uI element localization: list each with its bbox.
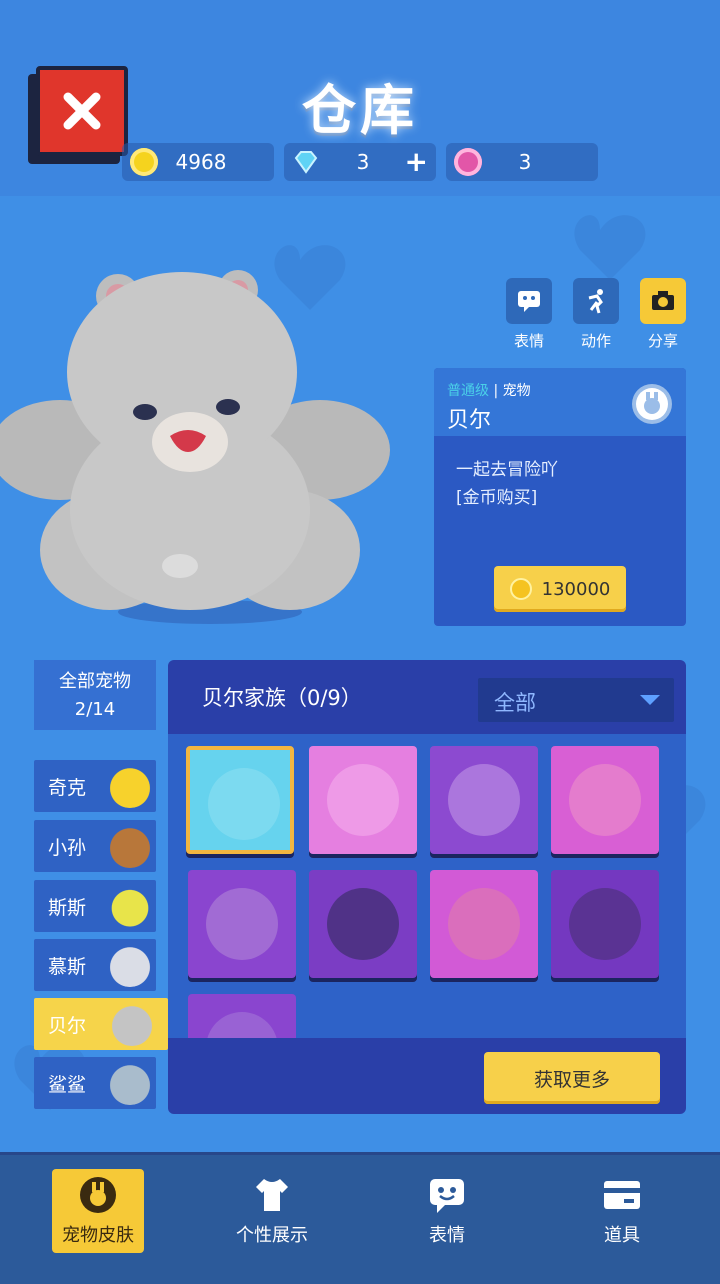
category-label: 贝尔 (48, 1015, 87, 1037)
chick-icon (108, 764, 152, 808)
mouse-icon (108, 943, 152, 987)
category-item-selected[interactable]: 贝尔 (34, 998, 180, 1050)
family-title: 贝尔家族（0/9） (202, 686, 362, 710)
page-title: 仓库 (302, 79, 418, 142)
category-item[interactable]: 奇克 (34, 760, 156, 812)
category-label: 鲨鲨 (48, 1074, 87, 1096)
snake-icon (108, 884, 152, 928)
nav-emote[interactable]: 表情 (401, 1169, 493, 1253)
currency-gold: 4968 (122, 143, 274, 181)
pet-skin-icon (80, 1177, 116, 1213)
category-item[interactable]: 斯斯 (34, 880, 156, 932)
all-pets-tab[interactable]: 全部宠物 2/14 (34, 660, 156, 730)
pet-info-header: 普通级 | 宠物 贝尔 (434, 368, 686, 436)
emote-button[interactable] (506, 278, 552, 324)
all-pets-count: 2/14 (74, 699, 116, 720)
add-diamond-button[interactable]: + (405, 145, 428, 178)
skin-tile-selected[interactable] (186, 746, 294, 854)
nav-label: 个性展示 (236, 1225, 308, 1246)
pet-tier: 普通级 | 宠物 (447, 380, 531, 400)
skin-tile[interactable] (551, 870, 659, 978)
chevron-down-icon (640, 695, 660, 705)
gold-coin-icon (509, 578, 532, 600)
camera-icon (652, 291, 674, 310)
skin-tile[interactable] (309, 870, 417, 978)
nav-pet-skin[interactable]: 宠物皮肤 (52, 1169, 144, 1253)
skin-preview (327, 764, 399, 836)
price-value: 130000 (541, 578, 611, 600)
skin-preview (327, 888, 399, 960)
skin-preview (448, 888, 520, 960)
skin-preview (569, 888, 641, 960)
currency-diamond[interactable]: 3 + (284, 143, 436, 181)
filter-dropdown[interactable]: 全部 (478, 678, 674, 722)
category-item[interactable]: 慕斯 (34, 939, 156, 991)
skin-tile[interactable] (188, 994, 296, 1038)
skin-preview (208, 768, 280, 840)
type-label: 宠物 (502, 383, 531, 399)
nav-personal-display[interactable]: 个性展示 (226, 1169, 318, 1253)
shark-icon (108, 1061, 152, 1105)
emote-icon (430, 1179, 464, 1213)
desc-line-2: [金币购买] (456, 488, 538, 508)
nav-label: 表情 (429, 1225, 465, 1246)
emote-label: 表情 (513, 332, 544, 350)
category-label: 小孙 (48, 837, 87, 859)
category-label: 奇克 (48, 777, 87, 799)
monkey-icon (108, 824, 152, 868)
skins-panel: 贝尔家族（0/9） 全部 获取更多 (168, 660, 686, 1114)
category-label: 慕斯 (48, 956, 87, 978)
tier-label: 普通级 (447, 383, 489, 399)
share-button[interactable] (640, 278, 686, 324)
tshirt-icon (256, 1179, 288, 1211)
pet-skin-icon (632, 384, 672, 424)
category-label: 斯斯 (48, 897, 87, 919)
skin-tile[interactable] (551, 746, 659, 854)
currency-lotus: 3 (446, 143, 598, 181)
diamond-value: 3 (356, 150, 370, 174)
nav-items[interactable]: 道具 (576, 1169, 668, 1253)
skin-tile[interactable] (430, 746, 538, 854)
emote-icon (518, 291, 540, 312)
skin-preview (206, 888, 278, 960)
pet-info-panel: 普通级 | 宠物 贝尔 一起去冒险吖 [金币购买] 130000 (434, 368, 686, 626)
skin-tile[interactable] (188, 870, 296, 978)
skin-preview (206, 1012, 278, 1038)
skin-tile[interactable] (430, 870, 538, 978)
action-label: 动作 (580, 332, 611, 350)
filter-value: 全部 (494, 691, 536, 715)
all-pets-label: 全部宠物 (59, 671, 131, 692)
desc-line-1: 一起去冒险吖 (456, 460, 558, 480)
tier-divider: | (493, 383, 499, 399)
bear-icon (110, 1002, 154, 1046)
pet-name: 贝尔 (447, 408, 492, 433)
card-icon (604, 1181, 640, 1209)
buy-button[interactable]: 130000 (494, 566, 626, 612)
pet-preview[interactable] (0, 200, 420, 640)
pet-description: 一起去冒险吖 [金币购买] (456, 456, 558, 512)
diamond-icon (294, 151, 318, 174)
skin-grid (168, 734, 686, 1038)
header-bar: 仓库 4968 3 + 3 (0, 0, 720, 196)
nav-label: 道具 (604, 1225, 640, 1246)
gold-coin-icon (130, 148, 158, 176)
category-item[interactable]: 鲨鲨 (34, 1057, 156, 1109)
nav-label: 宠物皮肤 (62, 1225, 134, 1246)
skin-preview (448, 764, 520, 836)
gold-value: 4968 (175, 150, 227, 174)
action-icon (588, 289, 603, 314)
skin-tile[interactable] (309, 746, 417, 854)
category-item[interactable]: 小孙 (34, 820, 156, 872)
share-label: 分享 (647, 332, 678, 350)
get-more-button[interactable]: 获取更多 (484, 1052, 660, 1104)
bottom-nav: 宠物皮肤 个性展示 表情 道具 (0, 1152, 720, 1284)
action-button[interactable] (573, 278, 619, 324)
lotus-value: 3 (518, 150, 532, 174)
skin-preview (569, 764, 641, 836)
lotus-icon (454, 148, 482, 176)
